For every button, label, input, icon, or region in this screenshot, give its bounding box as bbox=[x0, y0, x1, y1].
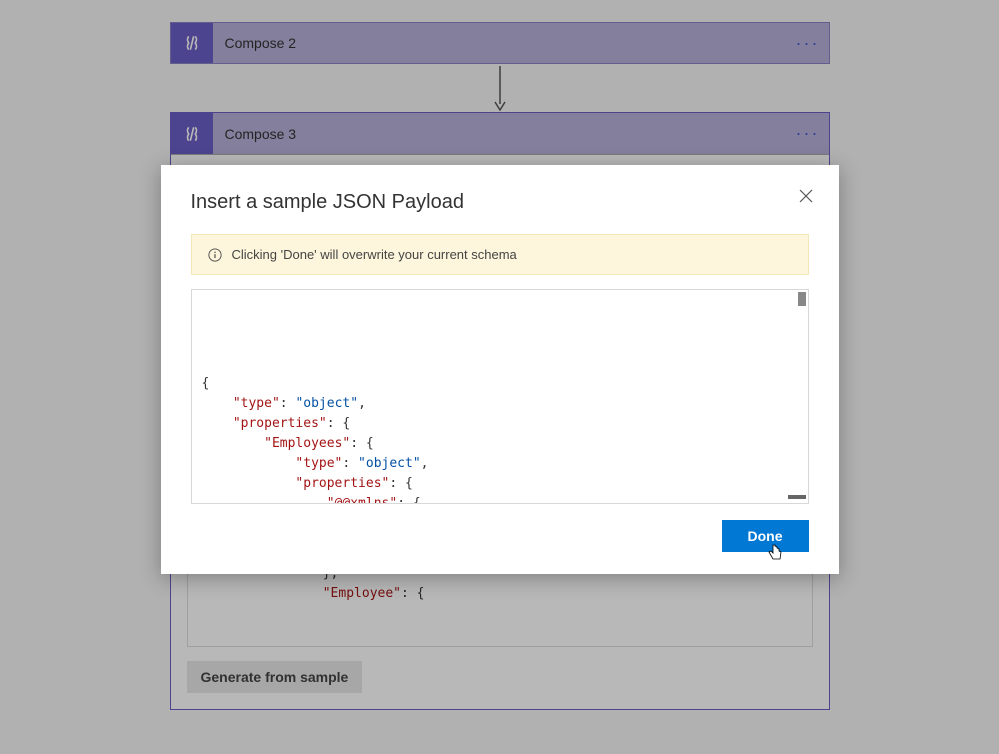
info-banner-text: Clicking 'Done' will overwrite your curr… bbox=[232, 247, 517, 262]
scrollbar-thumb[interactable] bbox=[798, 292, 806, 306]
json-payload-input[interactable]: { "type": "object", "properties": { "Emp… bbox=[191, 289, 809, 504]
cursor-icon bbox=[767, 544, 783, 562]
json-payload-modal: Insert a sample JSON Payload Clicking 'D… bbox=[161, 165, 839, 574]
modal-overlay: Insert a sample JSON Payload Clicking 'D… bbox=[0, 0, 999, 754]
done-button[interactable]: Done bbox=[722, 520, 809, 552]
close-icon[interactable] bbox=[799, 189, 813, 206]
info-banner: Clicking 'Done' will overwrite your curr… bbox=[191, 234, 809, 275]
modal-footer: Done bbox=[191, 520, 809, 552]
scrollbar-thumb[interactable] bbox=[788, 495, 806, 499]
modal-title: Insert a sample JSON Payload bbox=[191, 191, 809, 214]
done-button-label: Done bbox=[748, 528, 783, 544]
info-icon bbox=[208, 248, 222, 262]
